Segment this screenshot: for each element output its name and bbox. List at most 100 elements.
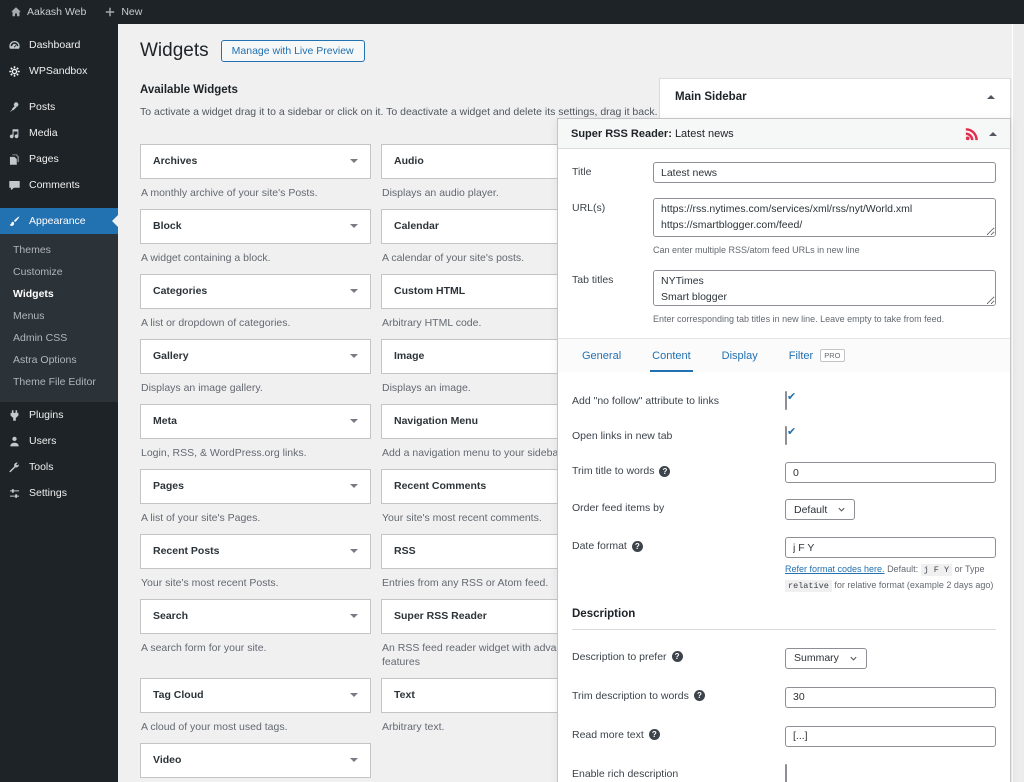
title-input[interactable]	[653, 162, 996, 183]
open-new-tab-checkbox[interactable]	[785, 426, 787, 445]
submenu-item-widgets[interactable]: Widgets	[0, 283, 118, 305]
order-by-select[interactable]: Default	[785, 499, 856, 520]
trim-desc-input[interactable]	[785, 686, 996, 708]
widget-editor-title: Super RSS Reader: Latest news	[571, 128, 955, 140]
tab-content[interactable]: Content	[650, 339, 693, 372]
open-new-tab-label: Open links in new tab	[572, 430, 673, 442]
widget-card-header[interactable]: Meta	[140, 403, 371, 439]
collapse-sidebar-icon[interactable]	[987, 91, 995, 99]
sidebar-item-comments[interactable]: Comments	[0, 172, 118, 198]
widget-card-title: Navigation Menu	[394, 415, 479, 428]
tab-titles-textarea[interactable]	[653, 270, 996, 306]
main-sidebar-header[interactable]: Main Sidebar	[660, 79, 1010, 115]
widget-card-description: A list of your site's Pages.	[141, 511, 261, 524]
date-format-code: j F Y	[920, 564, 953, 576]
widget-card-video: Video	[140, 742, 371, 782]
nofollow-label: Add "no follow" attribute to links	[572, 395, 719, 407]
submenu-item-theme-file-editor[interactable]: Theme File Editor	[0, 371, 118, 393]
desc-prefer-value: Summary	[794, 652, 839, 665]
widget-card-title: Categories	[153, 285, 208, 298]
widget-card-header[interactable]: Categories	[140, 273, 371, 309]
sidebar-item-wpsandbox[interactable]: WPSandbox	[0, 58, 118, 84]
widget-card-categories: Categories A list or dropdown of categori…	[140, 273, 371, 339]
chevron-down-icon[interactable]	[350, 758, 358, 766]
widget-editor-title-rest: Latest news	[674, 127, 734, 140]
submenu-item-customize[interactable]: Customize	[0, 261, 118, 283]
sidebar-item-posts[interactable]: Posts	[0, 94, 118, 120]
sidebar-item-plugins[interactable]: Plugins	[0, 402, 118, 428]
widget-card-header[interactable]: Block	[140, 208, 371, 244]
sidebar-item-users[interactable]: Users	[0, 428, 118, 454]
widget-card-header[interactable]: Archives	[140, 143, 371, 179]
help-icon[interactable]	[631, 540, 643, 552]
tab-filter[interactable]: Filter PRO	[787, 339, 847, 372]
collapse-widget-icon[interactable]	[989, 128, 997, 136]
format-codes-link[interactable]: Refer format codes here.	[785, 564, 885, 574]
brush-icon	[9, 216, 20, 226]
trim-title-label: Trim title to words	[572, 465, 655, 477]
nofollow-checkbox[interactable]	[785, 391, 787, 410]
date-format-label: Date format	[572, 540, 627, 552]
submenu-item-menus[interactable]: Menus	[0, 305, 118, 327]
widget-card-title: Image	[394, 350, 425, 363]
chevron-down-icon[interactable]	[350, 549, 358, 557]
sidebar-item-label: Dashboard	[29, 39, 81, 51]
urls-textarea[interactable]	[653, 198, 996, 237]
help-icon[interactable]	[693, 690, 705, 702]
sidebar-item-pages[interactable]: Pages	[0, 146, 118, 172]
chevron-down-icon[interactable]	[350, 484, 358, 492]
widget-editor-title-bold: Super RSS Reader:	[571, 127, 672, 140]
widget-card-description: Login, RSS, & WordPress.org links.	[141, 446, 307, 459]
chevron-down-icon[interactable]	[350, 224, 358, 232]
menu-separator	[0, 84, 118, 94]
chevron-down-icon[interactable]	[350, 614, 358, 622]
widget-card-title: Gallery	[153, 350, 189, 363]
chevron-down-icon[interactable]	[350, 289, 358, 297]
submenu-item-astra-options[interactable]: Astra Options	[0, 349, 118, 371]
chevron-down-icon[interactable]	[350, 159, 358, 167]
widget-card-pages: Pages A list of your site's Pages.	[140, 468, 371, 534]
sidebar-item-tools[interactable]: Tools	[0, 454, 118, 480]
sidebar-item-media[interactable]: Media	[0, 120, 118, 146]
widget-card-description: A list or dropdown of categories.	[141, 316, 291, 329]
tab-display[interactable]: Display	[720, 339, 760, 372]
tab-titles-help-text: Enter corresponding tab titles in new li…	[653, 314, 945, 324]
help-icon[interactable]	[671, 651, 683, 663]
widget-card-header[interactable]: Gallery	[140, 338, 371, 374]
submenu-item-admin-css[interactable]: Admin CSS	[0, 327, 118, 349]
new-label: New	[121, 6, 143, 18]
sidebar-item-label: WPSandbox	[29, 65, 88, 77]
chevron-down-icon[interactable]	[350, 419, 358, 427]
widget-editor: Super RSS Reader: Latest news Title URL(…	[557, 118, 1011, 782]
widget-card-header[interactable]: Tag Cloud	[140, 677, 371, 713]
page-scrollbar[interactable]	[1012, 24, 1024, 782]
submenu-item-themes[interactable]: Themes	[0, 239, 118, 261]
help-icon[interactable]	[659, 465, 671, 477]
widget-card-header[interactable]: Recent Posts	[140, 533, 371, 569]
relative-code: relative	[785, 579, 832, 592]
chevron-down-icon[interactable]	[350, 693, 358, 701]
read-more-input[interactable]	[785, 725, 996, 747]
tab-general[interactable]: General	[580, 339, 623, 372]
admin-bar-new[interactable]: New	[104, 6, 142, 18]
date-format-input[interactable]	[785, 537, 996, 558]
widget-card-header[interactable]: Video	[140, 742, 371, 778]
sidebar-item-settings[interactable]: Settings	[0, 480, 118, 506]
sidebar-item-dashboard[interactable]: Dashboard	[0, 32, 118, 58]
help-icon[interactable]	[648, 729, 660, 741]
widget-card-header[interactable]: Search	[140, 598, 371, 634]
admin-bar-site[interactable]: Aakash Web	[10, 6, 86, 18]
rich-desc-label: Enable rich description	[572, 767, 679, 780]
sidebar-item-appearance[interactable]: Appearance	[0, 208, 118, 234]
rich-desc-checkbox[interactable]	[785, 763, 787, 782]
widget-card-header[interactable]: Pages	[140, 468, 371, 504]
desc-prefer-select[interactable]: Summary	[785, 647, 867, 669]
widget-editor-header[interactable]: Super RSS Reader: Latest news	[558, 119, 1010, 149]
sidebar-item-label: Posts	[29, 101, 56, 113]
sliders-icon	[9, 488, 20, 498]
widget-card-title: Super RSS Reader	[394, 610, 487, 623]
trim-title-input[interactable]	[785, 462, 996, 483]
widget-card-archives: Archives A monthly archive of your site's…	[140, 143, 371, 209]
manage-live-preview-button[interactable]: Manage with Live Preview	[220, 40, 365, 62]
chevron-down-icon[interactable]	[350, 354, 358, 362]
